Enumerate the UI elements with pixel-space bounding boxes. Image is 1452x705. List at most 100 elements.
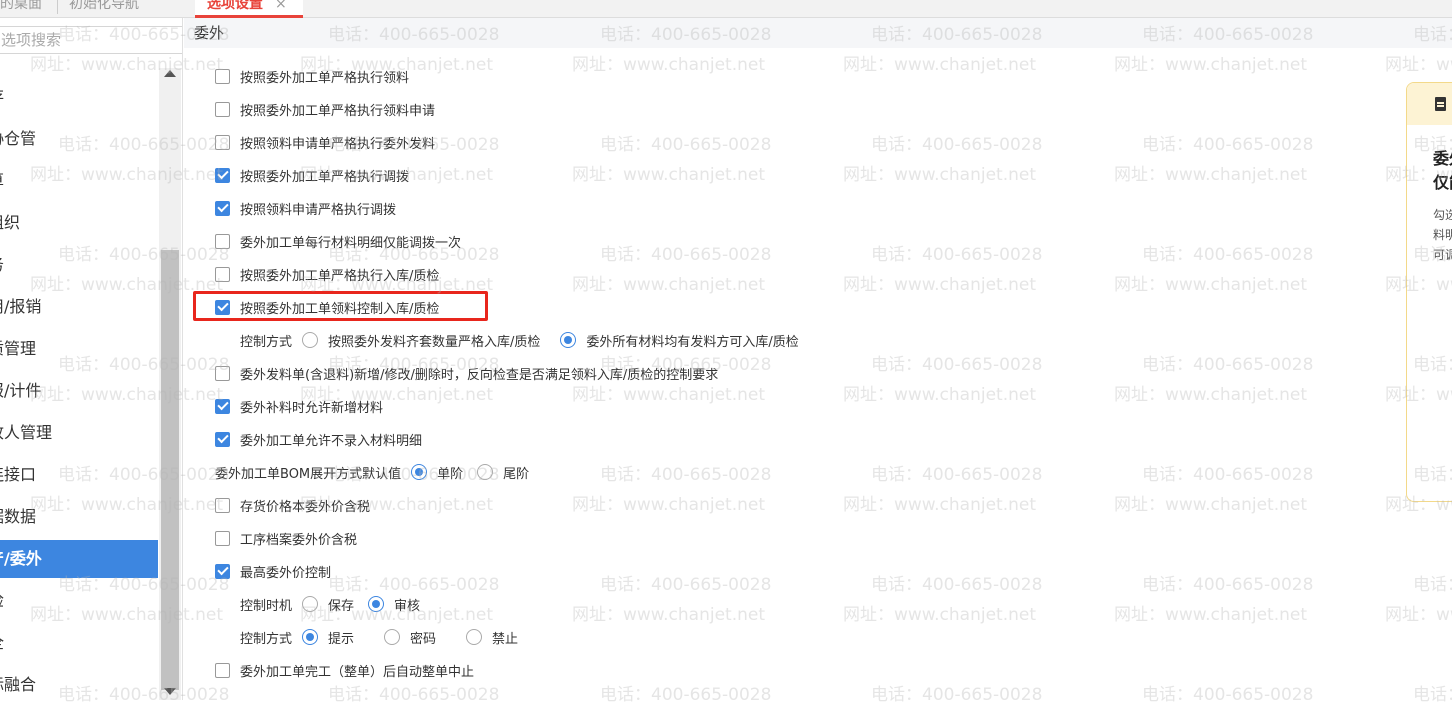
control-timing-row: 控制时机 保存 审核 [240, 593, 420, 615]
checkbox-checked[interactable] [215, 200, 230, 216]
option-row[interactable]: 按照委外加工单严格执行领料 [215, 65, 409, 87]
option-label: 按照领料申请单严格执行委外发料 [240, 136, 436, 152]
sidebar-item[interactable]: 全 [0, 624, 158, 662]
checkbox[interactable] [215, 365, 230, 381]
option-row[interactable]: 按照领料申请严格执行调拨 [215, 197, 396, 219]
sidebar-item[interactable]: 组织 [0, 204, 158, 242]
option-label: 按照委外加工单严格执行入库/质检 [240, 268, 440, 284]
radio-label: 审核 [394, 598, 421, 614]
checkbox[interactable] [215, 233, 230, 249]
scroll-down-icon[interactable] [164, 688, 176, 695]
sidebar-item[interactable]: 据数据 [0, 498, 158, 536]
control-mode-row: 控制方式 按照委外发料齐套数量严格入库/质检 委外所有材料均有发料方可入库/质检 [240, 329, 799, 351]
radio-label: 密码 [410, 631, 437, 647]
help-card-text: 勾选 料明 可调 [1433, 208, 1452, 262]
option-label: 委外补料时允许新增材料 [240, 400, 384, 416]
scroll-thumb[interactable] [161, 250, 179, 690]
document-icon [1435, 97, 1446, 111]
option-label: 按照委外加工单严格执行领料申请 [240, 103, 436, 119]
radio-selected[interactable] [302, 629, 319, 645]
sidebar-item[interactable]: 协仓管 [0, 120, 158, 158]
radio-label: 委外所有材料均有发料方可入库/质检 [586, 334, 799, 350]
control-timing-label: 控制时机 [240, 598, 293, 614]
sidebar-item[interactable]: 质管理 [0, 330, 158, 368]
sidebar-item-active[interactable]: 产/委外 [0, 540, 158, 578]
option-row[interactable]: 委外加工单完工（整单）后自动整单中止 [215, 659, 474, 681]
control-mode-row: 控制方式 提示 密码 禁止 [240, 626, 518, 648]
option-row[interactable]: 委外加工单允许不录入材料明细 [215, 428, 422, 450]
scroll-up-icon[interactable] [164, 70, 176, 77]
control-mode-label: 控制方式 [240, 334, 293, 350]
checkbox[interactable] [215, 134, 230, 150]
radio-selected[interactable] [411, 464, 428, 480]
checkbox-checked[interactable] [215, 167, 230, 183]
option-row[interactable]: 委外发料单(含退料)新增/修改/删除时，反向检查是否满足领料入库/质检的控制要求 [215, 362, 718, 384]
option-row[interactable]: 委外加工单每行材料明细仅能调拨一次 [215, 230, 461, 252]
radio[interactable] [302, 596, 319, 612]
sidebar-item[interactable]: 标融合 [0, 666, 158, 700]
option-label: 委外加工单每行材料明细仅能调拨一次 [240, 235, 462, 251]
option-row[interactable]: 按照委外加工单严格执行领料申请 [215, 98, 435, 120]
sidebar-item[interactable]: 连接口 [0, 456, 158, 494]
option-row[interactable]: 存货价格本委外价含税 [215, 494, 370, 516]
checkbox[interactable] [215, 266, 230, 282]
radio-selected[interactable] [368, 596, 385, 612]
tab-option-settings-label: 选项设置 [207, 0, 263, 12]
option-row[interactable]: 按照委外加工单严格执行入库/质检 [215, 263, 439, 285]
sidebar-item[interactable]: 务 [0, 246, 158, 284]
tab-divider [57, 0, 58, 14]
checkbox-checked[interactable] [215, 563, 230, 579]
sidebar-item[interactable]: 收人管理 [0, 414, 158, 452]
tab-init-guide[interactable]: 初始化导航 [69, 0, 139, 18]
radio-label: 提示 [328, 631, 355, 647]
radio[interactable] [466, 629, 483, 645]
tab-bar: 的桌面 初始化导航 选项设置 × [0, 0, 1452, 18]
control-mode-label: 控制方式 [240, 631, 293, 647]
option-label: 委外发料单(含退料)新增/修改/删除时，反向检查是否满足领料入库/质检的控制要求 [240, 367, 719, 383]
radio[interactable] [302, 332, 319, 348]
option-label: 委外加工单完工（整单）后自动整单中止 [240, 664, 475, 680]
sidebar: 选项搜索 存 协仓管 算 组织 务 用/报销 质管理 报/计件 收人管理 连接口… [0, 18, 183, 700]
tab-desktop[interactable]: 的桌面 [0, 0, 42, 18]
option-row[interactable]: 按照委外加工单严格执行调拨 [215, 164, 409, 186]
radio-label: 尾阶 [503, 466, 530, 482]
section-title: 委外 [184, 18, 1452, 48]
checkbox[interactable] [215, 530, 230, 546]
radio-selected[interactable] [560, 332, 577, 348]
bom-expand-label: 委外加工单BOM展开方式默认值 [215, 466, 402, 482]
search-input[interactable]: 选项搜索 [0, 26, 182, 54]
checkbox-checked[interactable] [215, 431, 230, 447]
close-icon[interactable]: × [275, 0, 287, 12]
bom-expand-row: 委外加工单BOM展开方式默认值 单阶 尾阶 [215, 461, 529, 483]
checkbox[interactable] [215, 662, 230, 678]
sidebar-item[interactable]: 检 [0, 582, 158, 620]
option-label: 工序档案委外价含税 [240, 532, 358, 548]
sidebar-scrollbar[interactable] [159, 68, 181, 700]
checkbox-checked[interactable] [215, 398, 230, 414]
radio-label: 按照委外发料齐套数量严格入库/质检 [328, 334, 541, 350]
option-row[interactable]: 委外补料时允许新增材料 [215, 395, 383, 417]
highlight-box [193, 291, 488, 321]
option-row[interactable]: 按照领料申请单严格执行委外发料 [215, 131, 435, 153]
option-label: 存货价格本委外价含税 [240, 499, 371, 515]
checkbox[interactable] [215, 68, 230, 84]
sidebar-item[interactable]: 用/报销 [0, 288, 158, 326]
help-card-header [1407, 83, 1452, 125]
help-card: 委外 仅能 勾选 料明 可调 [1406, 82, 1452, 502]
radio-label: 单阶 [437, 466, 464, 482]
option-row[interactable]: 最高委外价控制 [215, 560, 331, 582]
tab-option-settings[interactable]: 选项设置 × [195, 0, 303, 18]
option-row[interactable]: 工序档案委外价含税 [215, 527, 357, 549]
option-label: 最高委外价控制 [240, 565, 332, 581]
checkbox[interactable] [215, 497, 230, 513]
sidebar-item[interactable]: 报/计件 [0, 372, 158, 410]
checkbox[interactable] [215, 101, 230, 117]
option-label: 委外加工单允许不录入材料明细 [240, 433, 423, 449]
sidebar-item[interactable]: 算 [0, 162, 158, 200]
sidebar-item[interactable]: 存 [0, 78, 158, 116]
radio[interactable] [384, 629, 401, 645]
options-panel: 委外 按照委外加工单严格执行领料 按照委外加工单严格执行领料申请 按照领料申请单… [184, 18, 1452, 700]
help-card-title: 委外 仅能 [1433, 149, 1452, 192]
option-label: 按照委外加工单严格执行领料 [240, 70, 410, 86]
radio[interactable] [477, 464, 494, 480]
